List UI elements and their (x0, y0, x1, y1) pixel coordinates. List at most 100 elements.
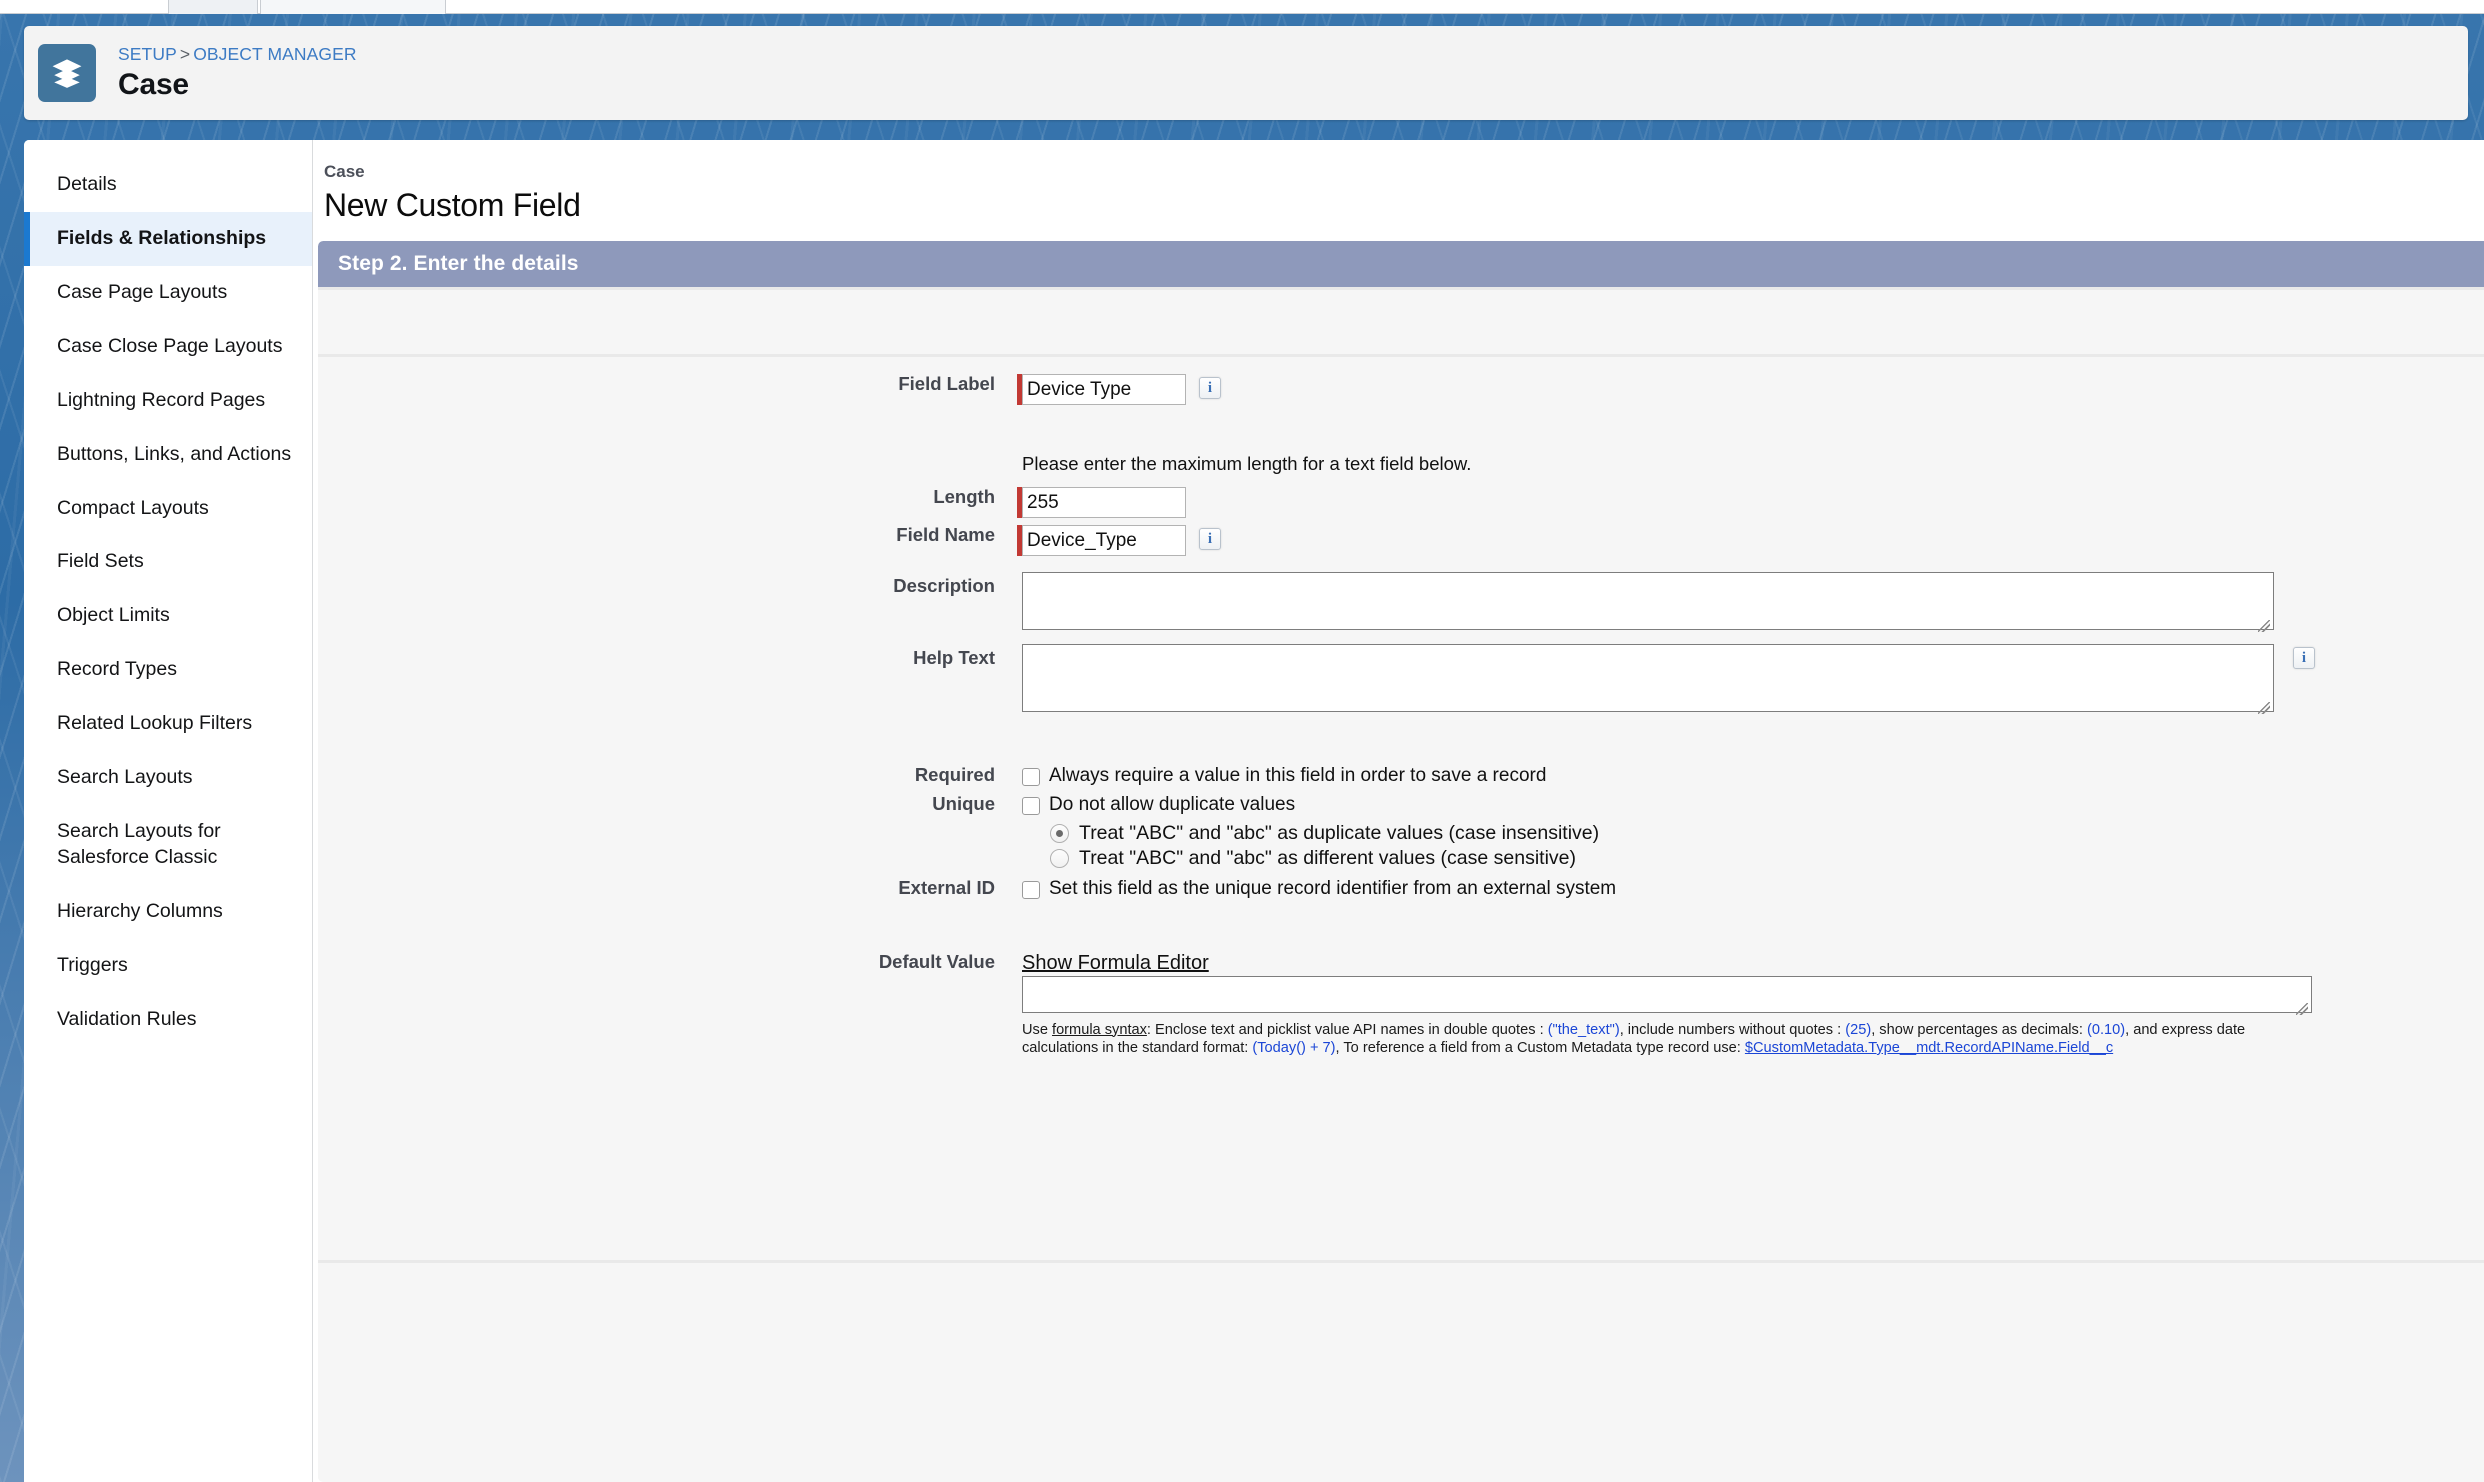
sidebar-item-case-page-layouts[interactable]: Case Page Layouts (24, 266, 312, 320)
info-icon[interactable]: i (1199, 377, 1221, 399)
sidebar-item-label: Object Limits (57, 604, 170, 626)
breadcrumb-separator: > (180, 44, 190, 64)
syntax-code-the-text: ("the_text") (1548, 1022, 1620, 1038)
sidebar-item-label: Details (57, 173, 117, 195)
browser-tab-active[interactable] (260, 0, 446, 14)
description-label: Description (318, 572, 1017, 596)
syntax-code-today: (Today() + 7) (1252, 1040, 1335, 1056)
external-id-checkbox[interactable] (1022, 881, 1040, 899)
breadcrumb: SETUP>OBJECT MANAGER (118, 46, 357, 64)
unique-row: Unique Do not allow duplicate values Tre… (318, 794, 2484, 872)
external-id-checkbox-label: Set this field as the unique record iden… (1049, 878, 1616, 900)
sidebar-item-label: Fields & Relationships (57, 227, 266, 249)
field-name-label: Field Name (318, 525, 1017, 545)
sidebar-item-triggers[interactable]: Triggers (24, 939, 312, 993)
layers-icon (38, 44, 96, 102)
step-banner-label: Step 2. Enter the details (338, 252, 579, 276)
breadcrumb-setup-link[interactable]: SETUP (118, 44, 177, 64)
sidebar-item-label: Case Close Page Layouts (57, 335, 282, 357)
sidebar-item-related-lookup-filters[interactable]: Related Lookup Filters (24, 697, 312, 751)
sidebar-item-label: Triggers (57, 954, 128, 976)
main-panel: Case New Custom Field Step 2. Enter the … (314, 140, 2484, 1482)
custom-field-form: Field Label i Please enter the maximum l… (318, 357, 2484, 1210)
syntax-text-2: : Enclose text and picklist value API na… (1147, 1022, 1548, 1038)
content-shell: Details Fields & Relationships Case Page… (24, 140, 2484, 1482)
length-row: Length (318, 487, 2484, 518)
length-helper-text: Please enter the maximum length for a te… (1022, 453, 1471, 475)
step-card: Step 2. Enter the details Field Label i (318, 241, 2484, 1482)
radio-button[interactable] (1050, 849, 1069, 868)
default-value-textarea[interactable] (1022, 976, 2312, 1013)
syntax-text-3: , include numbers without quotes : (1620, 1022, 1846, 1038)
required-checkbox[interactable] (1022, 768, 1040, 786)
unique-checkbox[interactable] (1022, 797, 1040, 815)
info-icon[interactable]: i (2293, 647, 2315, 669)
page-title: New Custom Field (324, 187, 2484, 224)
sidebar-item-buttons-links-and-actions[interactable]: Buttons, Links, and Actions (24, 428, 312, 482)
sidebar-item-label: Hierarchy Columns (57, 900, 223, 922)
sidebar-item-label: Field Sets (57, 550, 144, 572)
radio-label: Treat "ABC" and "abc" as different value… (1079, 847, 1576, 870)
sidebar-item-lightning-record-pages[interactable]: Lightning Record Pages (24, 374, 312, 428)
syntax-use-text: Use (1022, 1022, 1052, 1038)
sidebar-item-details[interactable]: Details (24, 158, 312, 212)
description-textarea[interactable] (1022, 572, 2274, 630)
show-formula-editor-link[interactable]: Show Formula Editor (1022, 952, 1209, 975)
help-text-textarea[interactable] (1022, 644, 2274, 712)
sidebar-item-case-close-page-layouts[interactable]: Case Close Page Layouts (24, 320, 312, 374)
required-label: Required (318, 765, 1017, 785)
syntax-text-4: , show percentages as decimals: (1871, 1022, 2087, 1038)
required-row: Required Always require a value in this … (318, 765, 2484, 787)
unique-checkbox-label: Do not allow duplicate values (1049, 794, 1295, 816)
sidebar-item-compact-layouts[interactable]: Compact Layouts (24, 482, 312, 536)
object-sidebar-nav: Details Fields & Relationships Case Page… (24, 140, 313, 1482)
external-id-row: External ID Set this field as the unique… (318, 878, 2484, 900)
required-checkbox-label: Always require a value in this field in … (1049, 765, 1546, 787)
radio-label: Treat "ABC" and "abc" as duplicate value… (1079, 822, 1599, 845)
sidebar-item-hierarchy-columns[interactable]: Hierarchy Columns (24, 885, 312, 939)
description-row: Description (318, 572, 2484, 635)
step-banner: Step 2. Enter the details (318, 241, 2484, 287)
sidebar-item-label: Related Lookup Filters (57, 712, 252, 734)
sidebar-item-label: Search Layouts for Salesforce Classic (57, 820, 221, 868)
bottom-spacer-band (318, 1210, 2484, 1260)
page-eyebrow: Case (324, 162, 2484, 182)
syntax-code-decimal: (0.10) (2087, 1022, 2125, 1038)
unique-label: Unique (318, 794, 1017, 814)
length-helper-row: Please enter the maximum length for a te… (318, 453, 2484, 475)
sidebar-item-fields-and-relationships[interactable]: Fields & Relationships (24, 212, 312, 266)
formula-syntax-link[interactable]: formula syntax (1052, 1022, 1147, 1038)
radio-button[interactable] (1050, 824, 1069, 843)
browser-tab[interactable] (168, 0, 258, 14)
sidebar-item-label: Search Layouts (57, 766, 193, 788)
sidebar-item-search-layouts[interactable]: Search Layouts (24, 751, 312, 805)
object-title: Case (118, 70, 357, 100)
sidebar-item-label: Validation Rules (57, 1008, 196, 1030)
sidebar-item-object-limits[interactable]: Object Limits (24, 589, 312, 643)
breadcrumb-object-manager-link[interactable]: OBJECT MANAGER (193, 44, 356, 64)
sidebar-item-field-sets[interactable]: Field Sets (24, 535, 312, 589)
sidebar-item-search-layouts-classic[interactable]: Search Layouts for Salesforce Classic (24, 805, 312, 885)
radio-option-case-insensitive[interactable]: Treat "ABC" and "abc" as duplicate value… (1050, 822, 1599, 845)
field-name-row: Field Name i (318, 525, 2484, 556)
syntax-code-custom-metadata: $CustomMetadata.Type__mdt.RecordAPIName.… (1745, 1040, 2113, 1056)
field-label-input[interactable] (1022, 374, 1186, 405)
help-text-label: Help Text (318, 644, 1017, 668)
syntax-code-25: (25) (1845, 1022, 1871, 1038)
sidebar-item-validation-rules[interactable]: Validation Rules (24, 993, 312, 1047)
sidebar-item-label: Buttons, Links, and Actions (57, 443, 291, 465)
field-name-input[interactable] (1022, 525, 1186, 556)
info-icon[interactable]: i (1199, 528, 1221, 550)
sidebar-item-record-types[interactable]: Record Types (24, 643, 312, 697)
radio-option-case-sensitive[interactable]: Treat "ABC" and "abc" as different value… (1050, 847, 1599, 870)
field-label-label: Field Label (318, 374, 1017, 394)
object-header-card: SETUP>OBJECT MANAGER Case (24, 26, 2468, 120)
external-id-label: External ID (318, 878, 1017, 898)
formula-syntax-help: Use formula syntax: Enclose text and pic… (1022, 1021, 2312, 1058)
length-input[interactable] (1022, 487, 1186, 518)
sidebar-item-label: Record Types (57, 658, 177, 680)
case-sensitivity-radio-group: Treat "ABC" and "abc" as duplicate value… (1050, 822, 1599, 872)
sidebar-item-label: Case Page Layouts (57, 281, 227, 303)
length-label: Length (318, 487, 1017, 507)
default-value-label: Default Value (318, 952, 1017, 972)
